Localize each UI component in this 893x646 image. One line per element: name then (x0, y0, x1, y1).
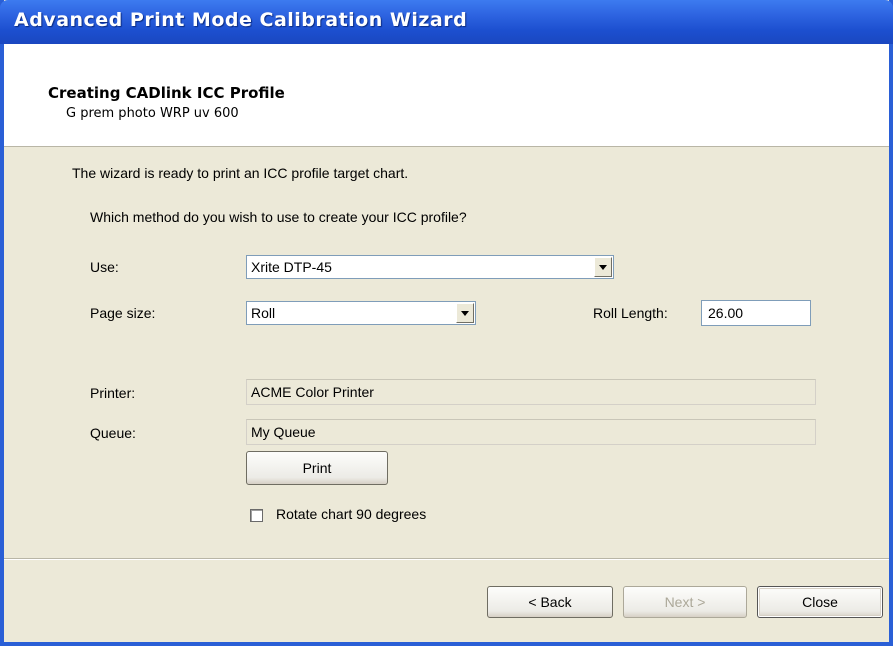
header-title: Creating CADlink ICC Profile (48, 84, 285, 102)
use-label: Use: (90, 259, 119, 275)
print-button[interactable]: Print (246, 451, 388, 485)
page-size-label: Page size: (90, 305, 156, 321)
chevron-down-icon (599, 265, 607, 270)
page-size-select-value: Roll (251, 305, 276, 321)
next-button[interactable]: Next > (623, 586, 747, 618)
wizard-header: Creating CADlink ICC Profile G prem phot… (4, 44, 889, 147)
rotate-chart-checkbox[interactable] (250, 509, 263, 522)
header-subtitle: G prem photo WRP uv 600 (66, 106, 239, 121)
queue-field: My Queue (246, 419, 816, 445)
page-size-dropdown-button[interactable] (456, 303, 474, 323)
printer-label: Printer: (90, 385, 136, 401)
roll-length-label: Roll Length: (593, 305, 668, 321)
method-question: Which method do you wish to use to creat… (90, 209, 467, 225)
roll-length-input[interactable]: 26.00 (701, 300, 811, 326)
rotate-chart-label: Rotate chart 90 degrees (276, 506, 427, 522)
intro-text: The wizard is ready to print an ICC prof… (72, 165, 409, 181)
chevron-down-icon (461, 311, 469, 316)
window-title: Advanced Print Mode Calibration Wizard (14, 9, 468, 31)
queue-label: Queue: (90, 425, 136, 441)
wizard-window: Advanced Print Mode Calibration Wizard C… (0, 0, 893, 646)
title-bar[interactable]: Advanced Print Mode Calibration Wizard (0, 0, 893, 44)
use-dropdown-button[interactable] (594, 257, 612, 277)
page-size-select[interactable]: Roll (246, 301, 476, 325)
footer-divider (4, 558, 889, 560)
close-button[interactable]: Close (757, 586, 883, 618)
use-select-value: Xrite DTP-45 (251, 259, 332, 275)
printer-field: ACME Color Printer (246, 379, 816, 405)
back-button[interactable]: < Back (487, 586, 613, 618)
use-select[interactable]: Xrite DTP-45 (246, 255, 614, 279)
